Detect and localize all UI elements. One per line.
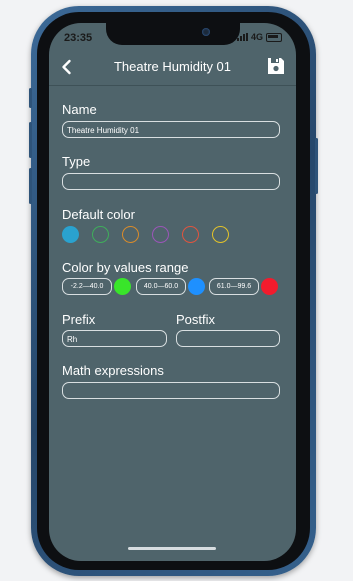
default-color-swatch[interactable] [92, 226, 109, 243]
range-color-dot[interactable] [188, 278, 205, 295]
range-value-chip[interactable]: 61.0—99.6 [209, 278, 259, 295]
postfix-input[interactable] [176, 330, 280, 347]
type-label: Type [62, 154, 91, 169]
color-range-label: Color by values range [62, 260, 189, 275]
default-color-swatch[interactable] [122, 226, 139, 243]
back-chevron-icon[interactable] [57, 57, 77, 77]
range-value-chip[interactable]: -2.2—40.0 [62, 278, 112, 295]
notch [106, 23, 240, 45]
side-button-left-3 [29, 168, 32, 204]
math-expressions-label: Math expressions [62, 363, 164, 378]
header-divider [49, 85, 296, 86]
range-color-dot[interactable] [114, 278, 131, 295]
network-label: 4G [250, 32, 263, 42]
default-color-swatch[interactable] [62, 226, 79, 243]
home-indicator[interactable] [128, 547, 216, 550]
name-input[interactable]: Theatre Humidity 01 [62, 121, 280, 138]
range-value-chip[interactable]: 40.0—60.0 [136, 278, 186, 295]
side-button-right [315, 138, 318, 194]
type-input[interactable] [62, 173, 280, 190]
battery-icon [266, 32, 282, 42]
app-screen: 23:35 4G Theatre Humidity 01 Name Theatr… [49, 23, 296, 561]
status-indicators: 4G [236, 32, 282, 42]
prefix-label: Prefix [62, 312, 96, 327]
status-time: 23:35 [64, 32, 93, 44]
prefix-input[interactable]: Rh [62, 330, 167, 347]
default-color-swatch[interactable] [152, 226, 169, 243]
save-floppy-icon[interactable] [266, 56, 286, 76]
page-title: Theatre Humidity 01 [113, 59, 232, 74]
default-color-swatch[interactable] [212, 226, 229, 243]
name-label: Name [62, 102, 97, 117]
top-bar: Theatre Humidity 01 [49, 53, 296, 81]
default-color-label: Default color [62, 207, 135, 222]
side-button-left-2 [29, 122, 32, 158]
range-color-dot[interactable] [261, 278, 278, 295]
signal-icon [236, 33, 248, 41]
side-button-left-1 [29, 88, 32, 108]
postfix-label: Postfix [176, 312, 216, 327]
math-expressions-input[interactable] [62, 382, 280, 399]
default-color-swatch[interactable] [182, 226, 199, 243]
camera-icon [202, 28, 210, 36]
